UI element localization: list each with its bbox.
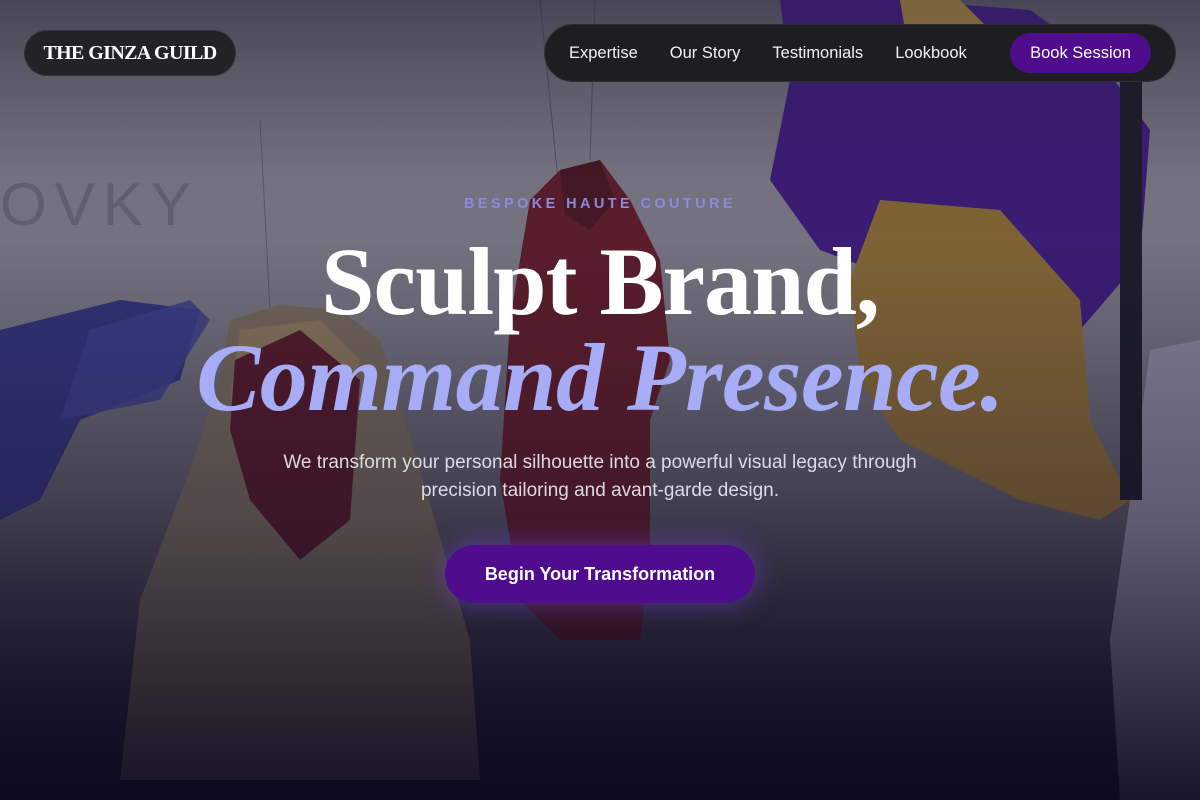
book-session-button[interactable]: Book Session: [1010, 33, 1151, 73]
hero-description: We transform your personal silhouette in…: [283, 452, 917, 501]
hero-headline-line1: Sculpt Brand,: [321, 228, 880, 335]
main-navigation: Expertise Our Story Testimonials Lookboo…: [544, 24, 1176, 82]
hero-headline-line2: Command Presence.: [196, 324, 1004, 431]
nav-item-lookbook[interactable]: Lookbook: [895, 44, 967, 63]
begin-transformation-button[interactable]: Begin Your Transformation: [445, 545, 755, 603]
hero-eyebrow: BESPOKE HAUTE COUTURE: [464, 196, 736, 212]
brand-logo[interactable]: THE GINZA GUILD: [24, 30, 236, 76]
nav-item-testimonials[interactable]: Testimonials: [772, 44, 863, 63]
nav-item-expertise[interactable]: Expertise: [569, 44, 638, 63]
nav-item-our-story[interactable]: Our Story: [670, 44, 741, 63]
